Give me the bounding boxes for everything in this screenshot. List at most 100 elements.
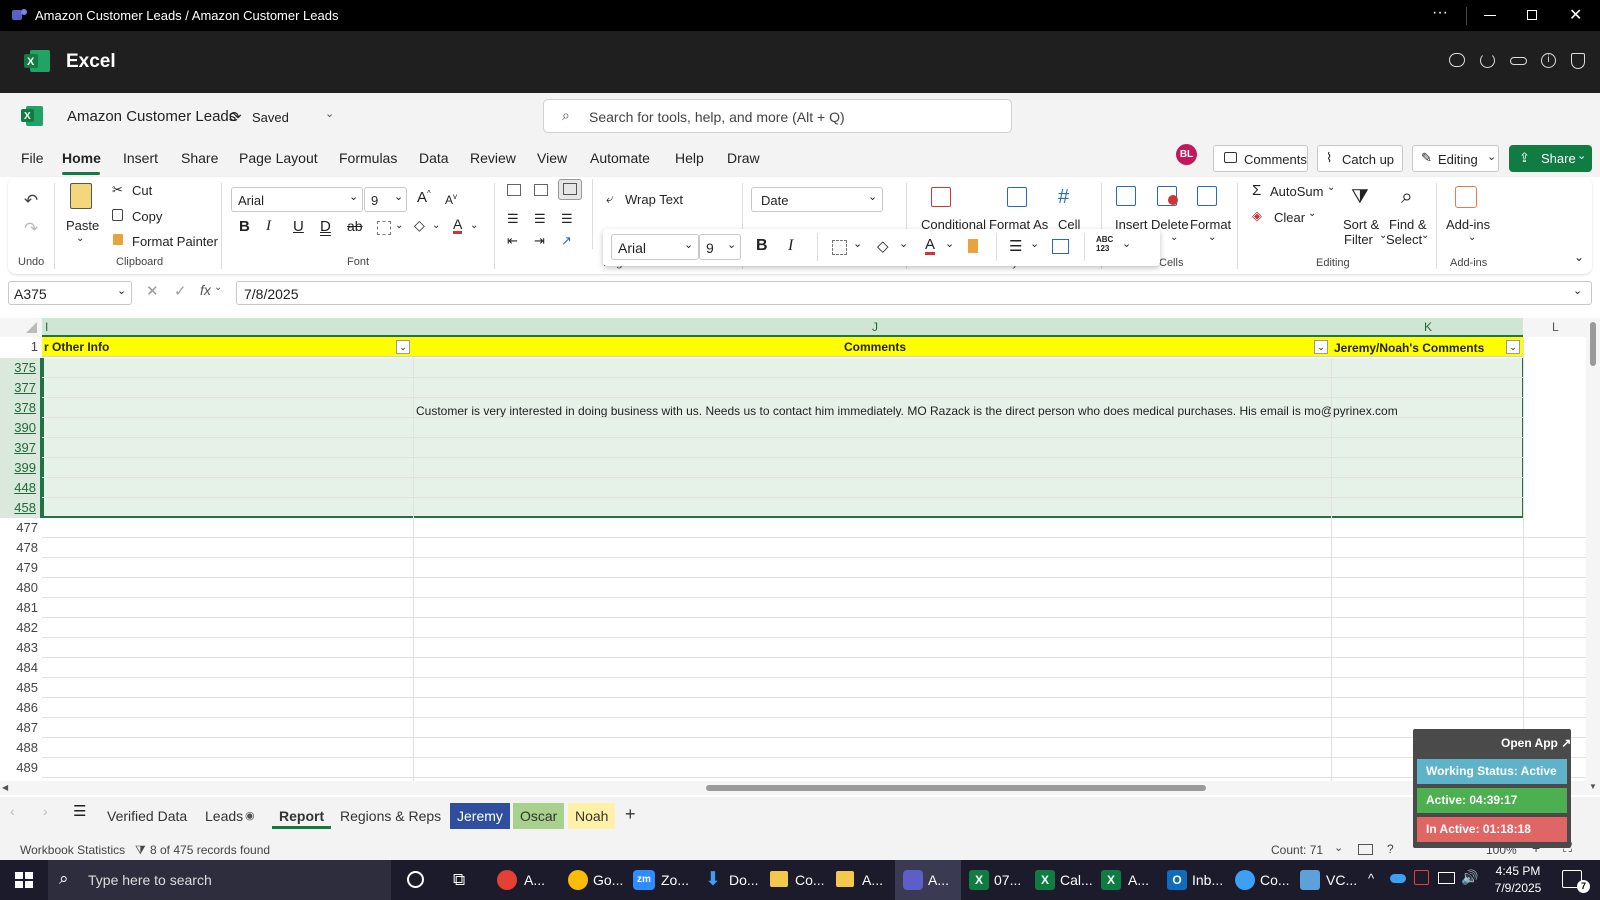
filter-dropdown-icon[interactable]: ⌄ [1314, 340, 1328, 354]
font-name-select[interactable]: Arial ⌄ [231, 187, 363, 212]
align-middle-icon[interactable] [534, 184, 548, 196]
strikethrough-icon[interactable]: ab [347, 218, 363, 234]
taskbar-search-box[interactable]: ⌕ Type here to search [48, 860, 391, 900]
taskbar-app-7[interactable]: A... [928, 872, 949, 888]
tab-data[interactable]: Data [419, 150, 449, 166]
shield-icon[interactable] [1571, 53, 1585, 69]
align-left-icon[interactable]: ☰ [507, 211, 519, 227]
chrome-icon[interactable] [497, 870, 517, 890]
row-header-486[interactable]: 486 [0, 698, 42, 718]
mini-borders-icon[interactable] [832, 240, 847, 255]
sort-filter-icon[interactable]: ⧩ [1351, 186, 1369, 209]
info-icon[interactable]: i [1541, 53, 1556, 68]
volume-icon[interactable]: 🔊 [1461, 869, 1478, 886]
mini-number-format-icon[interactable]: ABC 123 [1096, 235, 1113, 253]
header-comments[interactable]: Comments [844, 340, 906, 354]
column-header-i[interactable]: I [45, 320, 48, 334]
all-sheets-icon[interactable]: ☰ [73, 802, 86, 820]
row-header-397[interactable]: 397 [0, 438, 42, 458]
number-format-select[interactable]: Date ⌄ [751, 187, 883, 212]
next-sheet-icon[interactable]: › [43, 803, 48, 819]
chevron-down-icon[interactable]: ⌄ [470, 220, 478, 231]
add-ins-button[interactable]: Add-ins [1446, 217, 1490, 232]
sheet-tab-regions-reps[interactable]: Regions & Reps [333, 803, 448, 829]
tab-review[interactable]: Review [470, 150, 516, 166]
scroll-left-icon[interactable]: ◀ [2, 783, 8, 792]
wrap-text-icon[interactable]: ⤶ [606, 191, 613, 207]
workbook-statistics[interactable]: Workbook Statistics [20, 843, 125, 857]
tab-formulas[interactable]: Formulas [339, 150, 397, 166]
bold-icon[interactable]: B [239, 218, 250, 235]
mini-font-select[interactable]: Arial ⌄ [611, 234, 699, 260]
tab-file[interactable]: File [21, 150, 44, 166]
decrease-indent-icon[interactable]: ⇤ [507, 233, 518, 249]
tab-automate[interactable]: Automate [590, 150, 650, 166]
chevron-down-icon[interactable]: ⌄ [432, 220, 440, 231]
excel-icon[interactable]: X [969, 870, 989, 890]
chevron-down-icon[interactable]: ⌄ [214, 282, 222, 293]
cell-styles-icon[interactable]: # [1058, 186, 1069, 209]
sheet-tab-noah[interactable]: Noah [568, 803, 616, 829]
excel-icon[interactable]: X [1035, 870, 1055, 890]
delete-cells-icon[interactable] [1157, 186, 1178, 206]
comments-button[interactable]: Comments [1213, 145, 1308, 172]
clock-time[interactable]: 4:45 PM [1488, 864, 1548, 878]
comment-cell-row-378[interactable]: Customer is very interested in doing bus… [416, 404, 1398, 418]
format-painter-button[interactable]: Format Painter [132, 234, 218, 249]
onedrive-icon[interactable] [1390, 874, 1406, 883]
sort-filter-label-2[interactable]: Filter [1344, 232, 1373, 247]
row-header-480[interactable]: 480 [0, 578, 42, 598]
sheet-tab-jeremy[interactable]: Jeremy [450, 803, 510, 829]
font-color-icon[interactable]: A [453, 217, 463, 234]
chevron-down-icon[interactable]: ⌄ [853, 237, 862, 250]
tab-insert[interactable]: Insert [123, 150, 158, 166]
chevron-down-icon[interactable]: ⌄ [1308, 208, 1316, 219]
copy-button[interactable]: Copy [132, 209, 162, 224]
align-right-icon[interactable]: ☰ [561, 211, 573, 227]
row-header-1[interactable]: 1 [0, 337, 42, 357]
header-jeremy-noah-comments[interactable]: Jeremy/Noah's Comments [1334, 341, 1484, 355]
chevron-down-icon[interactable]: ⌄ [76, 233, 84, 244]
format-cells-button[interactable]: Format [1190, 217, 1231, 232]
chat-icon[interactable] [1449, 53, 1465, 67]
minimize-button[interactable] [1484, 15, 1496, 16]
open-app-button[interactable]: Open App ↗ [1501, 736, 1571, 750]
format-cells-icon[interactable] [1197, 186, 1217, 206]
redo-icon[interactable]: ↷ [24, 219, 38, 239]
mini-italic-icon[interactable]: I [788, 237, 793, 255]
tab-home[interactable]: Home [62, 150, 101, 166]
taskbar-app-9[interactable]: Cal... [1060, 872, 1093, 888]
zoom-icon[interactable]: zm [633, 870, 655, 890]
editing-mode-button[interactable]: ✎ Editing ⌄ [1412, 145, 1499, 172]
column-header-k[interactable]: K [1424, 320, 1432, 334]
taskbar-app-13[interactable]: VC... [1326, 872, 1357, 888]
mini-size-select[interactable]: 9 ⌄ [699, 234, 741, 260]
chevron-down-icon[interactable]: ⌄ [1122, 237, 1131, 250]
row-header-483[interactable]: 483 [0, 638, 42, 658]
collapse-ribbon-icon[interactable]: ⌄ [1574, 250, 1584, 264]
mini-fill-icon[interactable]: ◇ [877, 237, 889, 255]
row-header-375[interactable]: 375 [0, 358, 42, 378]
name-box[interactable]: A375 ⌄ [8, 281, 132, 305]
tray-app-icon[interactable] [1414, 870, 1429, 885]
clear-button[interactable]: Clear [1274, 210, 1305, 225]
row-header-448[interactable]: 448 [0, 478, 42, 498]
chevron-down-icon[interactable]: ⌄ [1468, 232, 1476, 243]
row-header-484[interactable]: 484 [0, 658, 42, 678]
link-icon[interactable] [1510, 57, 1527, 65]
decrease-font-icon[interactable]: Av [445, 192, 457, 207]
taskbar-app-2[interactable]: Go... [593, 872, 623, 888]
autosum-icon[interactable]: Σ [1252, 182, 1261, 199]
mini-align-icon[interactable]: ☰ [1009, 237, 1022, 255]
filter-dropdown-icon[interactable]: ⌄ [396, 340, 410, 354]
double-underline-icon[interactable]: D [320, 218, 331, 235]
vertical-scrollbar[interactable]: ▲ ▼ [1586, 318, 1600, 795]
mini-painter-icon[interactable] [968, 239, 978, 253]
sheet-tab-leads[interactable]: Leads [198, 803, 250, 829]
excel-icon[interactable]: X [1101, 870, 1121, 890]
sort-filter-label-1[interactable]: Sort & [1343, 217, 1379, 232]
wrap-text-button[interactable]: Wrap Text [625, 192, 683, 207]
chevron-down-icon[interactable]: ⌄ [945, 237, 954, 250]
tab-share[interactable]: Share [181, 150, 218, 166]
insert-cells-icon[interactable] [1116, 186, 1136, 206]
